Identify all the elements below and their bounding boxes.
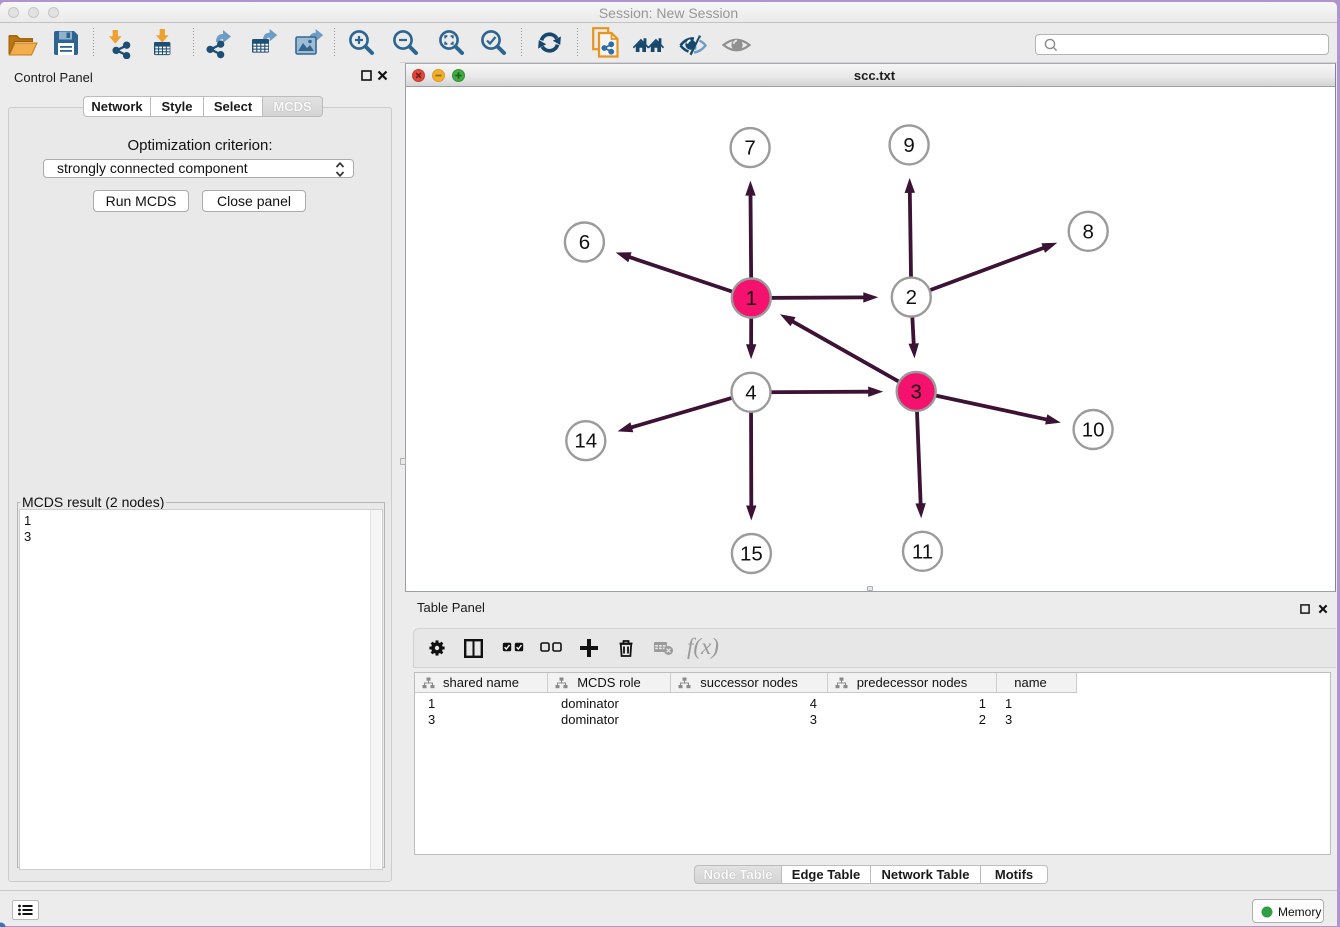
svg-text:3: 3	[910, 380, 921, 403]
svg-text:1: 1	[746, 287, 757, 310]
svg-text:9: 9	[903, 134, 914, 157]
svg-text:8: 8	[1082, 220, 1093, 243]
svg-text:14: 14	[574, 430, 597, 453]
svg-text:7: 7	[744, 137, 755, 160]
svg-text:11: 11	[912, 540, 933, 563]
svg-text:4: 4	[745, 381, 756, 404]
svg-text:10: 10	[1082, 419, 1105, 442]
svg-text:15: 15	[740, 543, 763, 566]
svg-text:6: 6	[579, 231, 590, 254]
svg-text:2: 2	[906, 286, 917, 309]
